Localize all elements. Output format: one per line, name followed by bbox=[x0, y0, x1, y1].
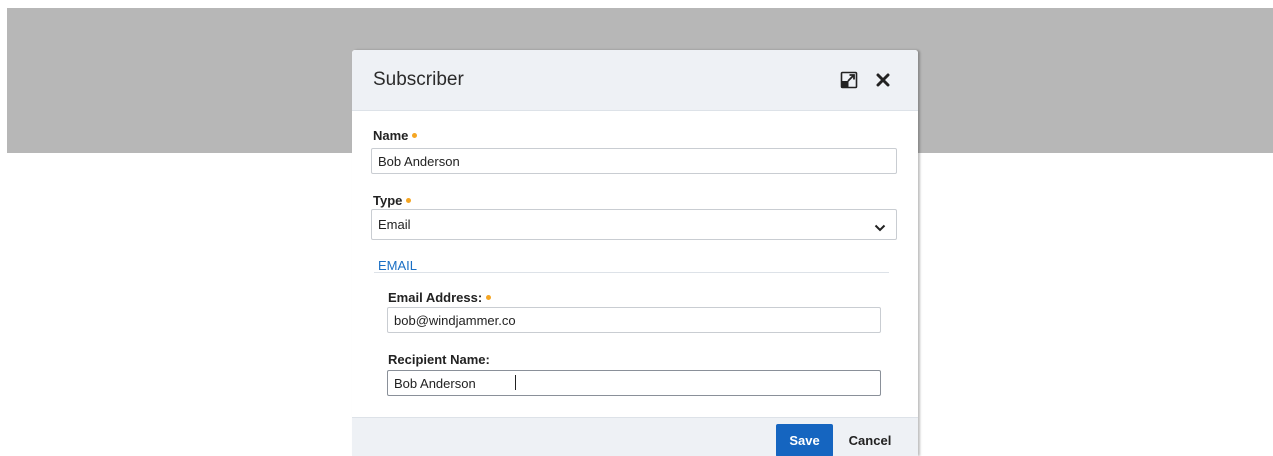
required-indicator bbox=[412, 133, 418, 139]
email-section-title: EMAIL bbox=[378, 258, 418, 273]
cancel-button[interactable]: Cancel bbox=[840, 424, 900, 456]
dialog-title: Subscriber bbox=[373, 69, 464, 90]
name-input[interactable] bbox=[371, 148, 897, 174]
type-label-text: Type bbox=[373, 193, 403, 208]
recipient-name-label-text: Recipient Name: bbox=[388, 352, 490, 367]
required-indicator bbox=[406, 198, 412, 204]
maximize-icon[interactable] bbox=[840, 71, 858, 89]
email-address-label: Email Address: bbox=[388, 290, 492, 305]
dialog-header: Subscriber bbox=[352, 50, 918, 111]
email-address-input[interactable] bbox=[387, 307, 881, 333]
save-button[interactable]: Save bbox=[776, 424, 833, 456]
recipient-name-input[interactable] bbox=[387, 370, 881, 396]
recipient-name-wrap bbox=[387, 370, 881, 396]
email-address-label-text: Email Address: bbox=[388, 290, 483, 305]
close-icon[interactable] bbox=[874, 71, 892, 89]
name-label: Name bbox=[373, 128, 418, 143]
recipient-name-label: Recipient Name: bbox=[388, 352, 490, 367]
type-select[interactable]: Email bbox=[371, 209, 897, 240]
dialog-footer: Save Cancel bbox=[352, 417, 918, 456]
type-label: Type bbox=[373, 193, 412, 208]
type-select-value: Email bbox=[378, 217, 411, 232]
text-cursor bbox=[515, 375, 516, 390]
required-indicator bbox=[486, 295, 492, 301]
name-label-text: Name bbox=[373, 128, 409, 143]
subscriber-dialog: Subscriber Name Type Email bbox=[352, 50, 918, 456]
section-divider bbox=[374, 272, 889, 273]
chevron-down-icon bbox=[874, 220, 886, 232]
